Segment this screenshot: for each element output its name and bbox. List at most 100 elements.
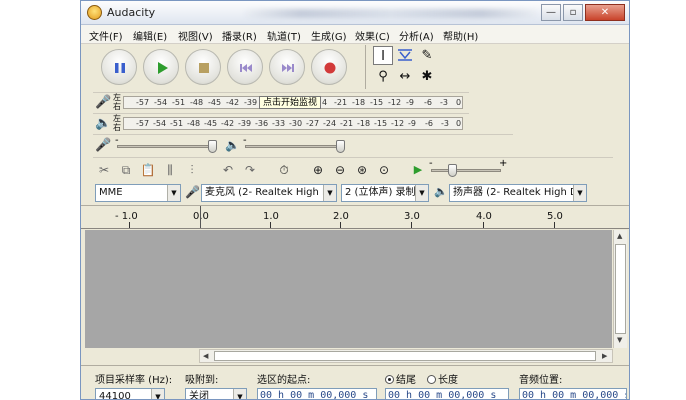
time-shift-tool-icon[interactable]: ↔ <box>395 67 415 86</box>
recording-channels-value: 2 (立体声) 录制 <box>345 187 416 198</box>
menu-file[interactable]: 文件(F) <box>89 28 123 43</box>
fit-project-icon[interactable]: ⊙ <box>375 162 393 178</box>
skip-end-button[interactable] <box>269 49 305 85</box>
undo-icon[interactable]: ↶ <box>219 162 237 178</box>
envelope-tool-icon[interactable] <box>395 46 415 65</box>
meter-tick: -33 <box>272 119 286 128</box>
stop-icon <box>199 63 209 73</box>
recording-device-select[interactable]: 麦克风 (2- Realtek High De ▼ <box>201 184 337 202</box>
meter-tick: -30 <box>289 119 303 128</box>
length-radio-label: 长度 <box>438 375 458 386</box>
ruler-label: - 1.0 <box>115 211 138 222</box>
paste-icon[interactable]: 📋 <box>139 162 157 178</box>
track-panel[interactable] <box>85 230 612 348</box>
device-toolbar: MME ▼ 🎤 麦克风 (2- Realtek High De ▼ 2 (立体声… <box>93 183 629 203</box>
recording-volume-knob[interactable] <box>208 140 217 153</box>
menu-generate[interactable]: 生成(G) <box>311 28 347 43</box>
pause-button[interactable] <box>101 49 137 85</box>
sync-lock-icon[interactable]: ⏱ <box>275 162 293 178</box>
meter-tick: -39 <box>238 119 252 128</box>
meter-tick: -39 <box>244 98 258 107</box>
menu-transport[interactable]: 播录(R) <box>222 28 257 43</box>
microphone-icon: 🎤 <box>95 95 112 110</box>
scroll-down-icon[interactable]: ▼ <box>617 336 622 344</box>
meter-tick: -9 <box>406 98 414 107</box>
ruler-tick <box>411 222 412 228</box>
horizontal-scroll-thumb[interactable] <box>214 351 596 361</box>
zoom-out-icon[interactable]: ⊖ <box>331 162 349 178</box>
snap-to-label: 吸附到: <box>185 375 219 386</box>
vertical-scrollbar[interactable]: ▲ ▼ <box>613 230 627 348</box>
close-button[interactable]: ✕ <box>585 4 625 21</box>
recording-channels-select[interactable]: 2 (立体声) 录制 ▼ <box>341 184 429 202</box>
blurred-title-area <box>241 9 541 18</box>
chevron-down-icon: ▼ <box>573 185 586 201</box>
radio-selected-icon <box>385 375 394 384</box>
play-speed-min-label: - <box>429 158 433 169</box>
skip-start-button[interactable] <box>227 49 263 85</box>
playback-meter[interactable]: 🔈 左右 -57 -54 -51 -48 -45 -42 -39 -36 -33… <box>93 113 469 133</box>
menu-edit[interactable]: 编辑(E) <box>133 28 167 43</box>
meter-tick: 0 <box>456 98 462 107</box>
menu-help[interactable]: 帮助(H) <box>443 28 478 43</box>
ruler-tick <box>554 222 555 228</box>
scroll-up-icon[interactable]: ▲ <box>617 232 622 240</box>
trim-icon[interactable]: ⫼ <box>161 162 179 178</box>
meter-tick: -9 <box>408 119 416 128</box>
microphone-icon: 🎤 <box>185 185 200 199</box>
playback-volume-knob[interactable] <box>336 140 345 153</box>
project-rate-select[interactable]: 44100 ▼ <box>95 388 165 400</box>
redo-icon[interactable]: ↷ <box>241 162 259 178</box>
selection-tool-icon[interactable]: I <box>373 46 393 65</box>
ruler-label: 3.0 <box>404 211 420 222</box>
meter-tick: -3 <box>441 119 449 128</box>
snap-to-select[interactable]: 关闭 ▼ <box>185 388 247 399</box>
play-speed-slider[interactable] <box>431 169 501 172</box>
audio-position-time[interactable]: 00 h 00 m 00,000 s <box>519 388 627 399</box>
zoom-in-icon[interactable]: ⊕ <box>309 162 327 178</box>
cut-icon[interactable]: ✂ <box>95 162 113 178</box>
title-bar: Audacity — ▫ ✕ <box>81 1 629 25</box>
timeline-ruler[interactable]: - 1.0 0.0 1.0 2.0 3.0 4.0 5.0 <box>81 205 629 229</box>
record-icon <box>324 62 336 74</box>
draw-tool-icon[interactable]: ✎ <box>417 46 437 65</box>
menu-effect[interactable]: 效果(C) <box>355 28 390 43</box>
tools-toolbar: I ✎ ⚲ ↔ ✱ <box>365 45 435 89</box>
play-at-speed-icon[interactable]: ▶ <box>409 162 427 178</box>
play-speed-knob[interactable] <box>448 164 457 177</box>
stop-button[interactable] <box>185 49 221 85</box>
ruler-label: 5.0 <box>547 211 563 222</box>
zoom-tool-icon[interactable]: ⚲ <box>373 67 393 86</box>
multi-tool-icon[interactable]: ✱ <box>417 67 437 86</box>
end-radio[interactable]: 结尾 <box>385 371 416 386</box>
meter-tick: -36 <box>255 119 269 128</box>
silence-icon[interactable]: ⫶ <box>183 162 201 178</box>
playback-device-select[interactable]: 扬声器 (2- Realtek High De ▼ <box>449 184 587 202</box>
menu-analyze[interactable]: 分析(A) <box>399 28 434 43</box>
audio-host-select[interactable]: MME ▼ <box>95 184 181 202</box>
selection-start-time[interactable]: 00 h 00 m 00,000 s <box>257 388 377 399</box>
scroll-right-icon[interactable]: ▶ <box>602 352 607 360</box>
horizontal-scrollbar[interactable]: ◀ ▶ <box>199 349 613 363</box>
copy-icon[interactable]: ⧉ <box>117 162 135 178</box>
scroll-left-icon[interactable]: ◀ <box>203 352 208 360</box>
ruler-label: 2.0 <box>333 211 349 222</box>
maximize-button[interactable]: ▫ <box>563 4 583 21</box>
recording-volume-slider[interactable] <box>117 145 217 148</box>
project-rate-value: 44100 <box>99 391 131 400</box>
menu-tracks[interactable]: 轨道(T) <box>267 28 301 43</box>
meter-tick: -18 <box>357 119 371 128</box>
vertical-scroll-thumb[interactable] <box>615 244 626 334</box>
minimize-button[interactable]: — <box>541 4 561 21</box>
record-button[interactable] <box>311 49 347 85</box>
playback-volume-slider[interactable] <box>245 145 345 148</box>
selection-end-time[interactable]: 00 h 00 m 00,000 s <box>385 388 509 399</box>
fit-selection-icon[interactable]: ⊛ <box>353 162 371 178</box>
length-radio[interactable]: 长度 <box>427 371 458 386</box>
monitor-tooltip: 点击开始监视 <box>259 96 322 109</box>
menu-view[interactable]: 视图(V) <box>178 28 213 43</box>
skip-start-icon <box>240 64 252 72</box>
play-button[interactable] <box>143 49 179 85</box>
meter-tick: -6 <box>425 119 433 128</box>
meter-tick: -12 <box>388 98 402 107</box>
